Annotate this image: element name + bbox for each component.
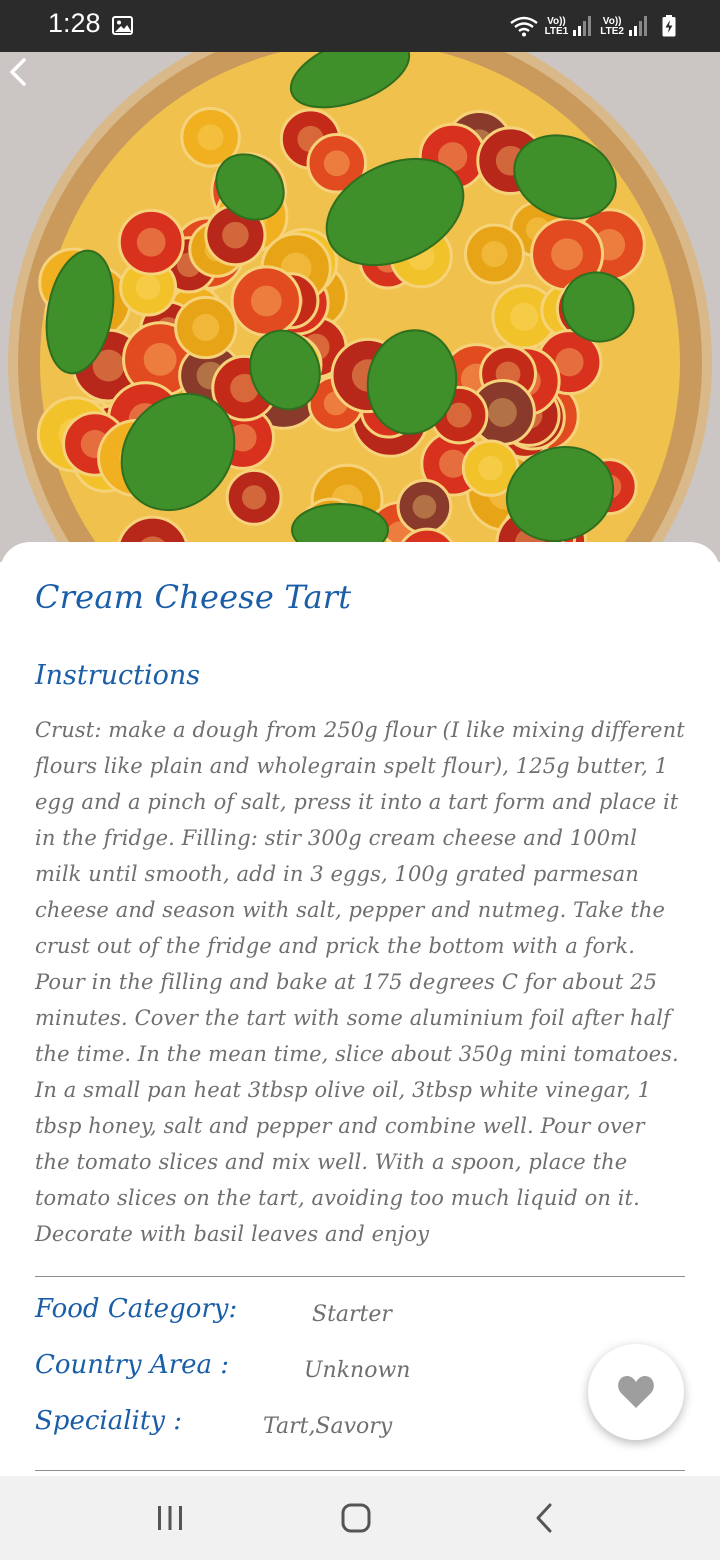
tomato-seed-center [412,494,437,519]
divider-bottom [35,1470,685,1471]
status-time: 1:28 [48,8,101,38]
tomato-seed-center [135,275,161,300]
tomato-seed-center [510,302,539,331]
back-icon [536,1503,552,1533]
tomato-seed-center [197,124,224,151]
heart-icon [618,1376,654,1408]
divider-top [35,1276,685,1277]
recent-apps-icon [158,1506,182,1530]
tomato-seed-center [143,342,177,376]
battery-charging-icon [662,15,676,37]
signal-icon [629,16,647,36]
tomato-seed-center [250,285,282,317]
recipe-details-card: Cream Cheese Tart Instructions Crust: ma… [0,542,720,1476]
tomato-seed-center [136,227,166,257]
wifi-icon [509,16,538,37]
recipe-image [0,52,720,562]
system-back-button[interactable] [514,1498,574,1538]
status-icons: Vo)) LTE1 Vo)) LTE2 [509,12,676,40]
signal-icon [573,16,592,36]
tomato-seed-center [192,313,220,342]
speciality-label: Speciality : [35,1406,183,1436]
area-label: Country Area : [35,1350,229,1380]
back-button[interactable] [0,52,36,92]
tomato-seed-center [488,398,517,427]
sim2-label-bottom: LTE2 [600,26,624,37]
favorite-button[interactable] [588,1344,684,1440]
recipe-title: Cream Cheese Tart [35,578,352,616]
tomato-seed-center [242,485,267,510]
instructions-heading: Instructions [35,660,201,691]
sim1-signal: Vo)) LTE1 [545,15,595,37]
area-value: Unknown [304,1358,411,1383]
sim1-label-bottom: LTE1 [544,26,569,37]
sim2-signal: Vo)) LTE2 [600,15,650,37]
category-value: Starter [312,1302,392,1327]
speciality-value: Tart,Savory [263,1414,393,1439]
tomato-seed-center [555,347,584,377]
status-bar: 1:28 Vo)) LTE1 Vo)) LTE2 [0,0,720,52]
category-label: Food Category: [35,1294,238,1324]
image-icon [112,16,133,35]
recent-apps-button[interactable] [140,1498,200,1538]
tomato-seed-center [323,150,350,177]
tomato-seed-center [481,240,508,268]
system-nav-bar [0,1476,720,1560]
instructions-text: Crust: make a dough from 250g flour (I l… [35,718,685,1246]
home-button[interactable] [326,1498,386,1538]
home-icon [341,1503,371,1533]
tomato-seed-center [222,221,249,249]
tomato-seed-center [478,455,503,481]
tart-photo [0,52,720,562]
tomato-seed-center [551,238,584,271]
